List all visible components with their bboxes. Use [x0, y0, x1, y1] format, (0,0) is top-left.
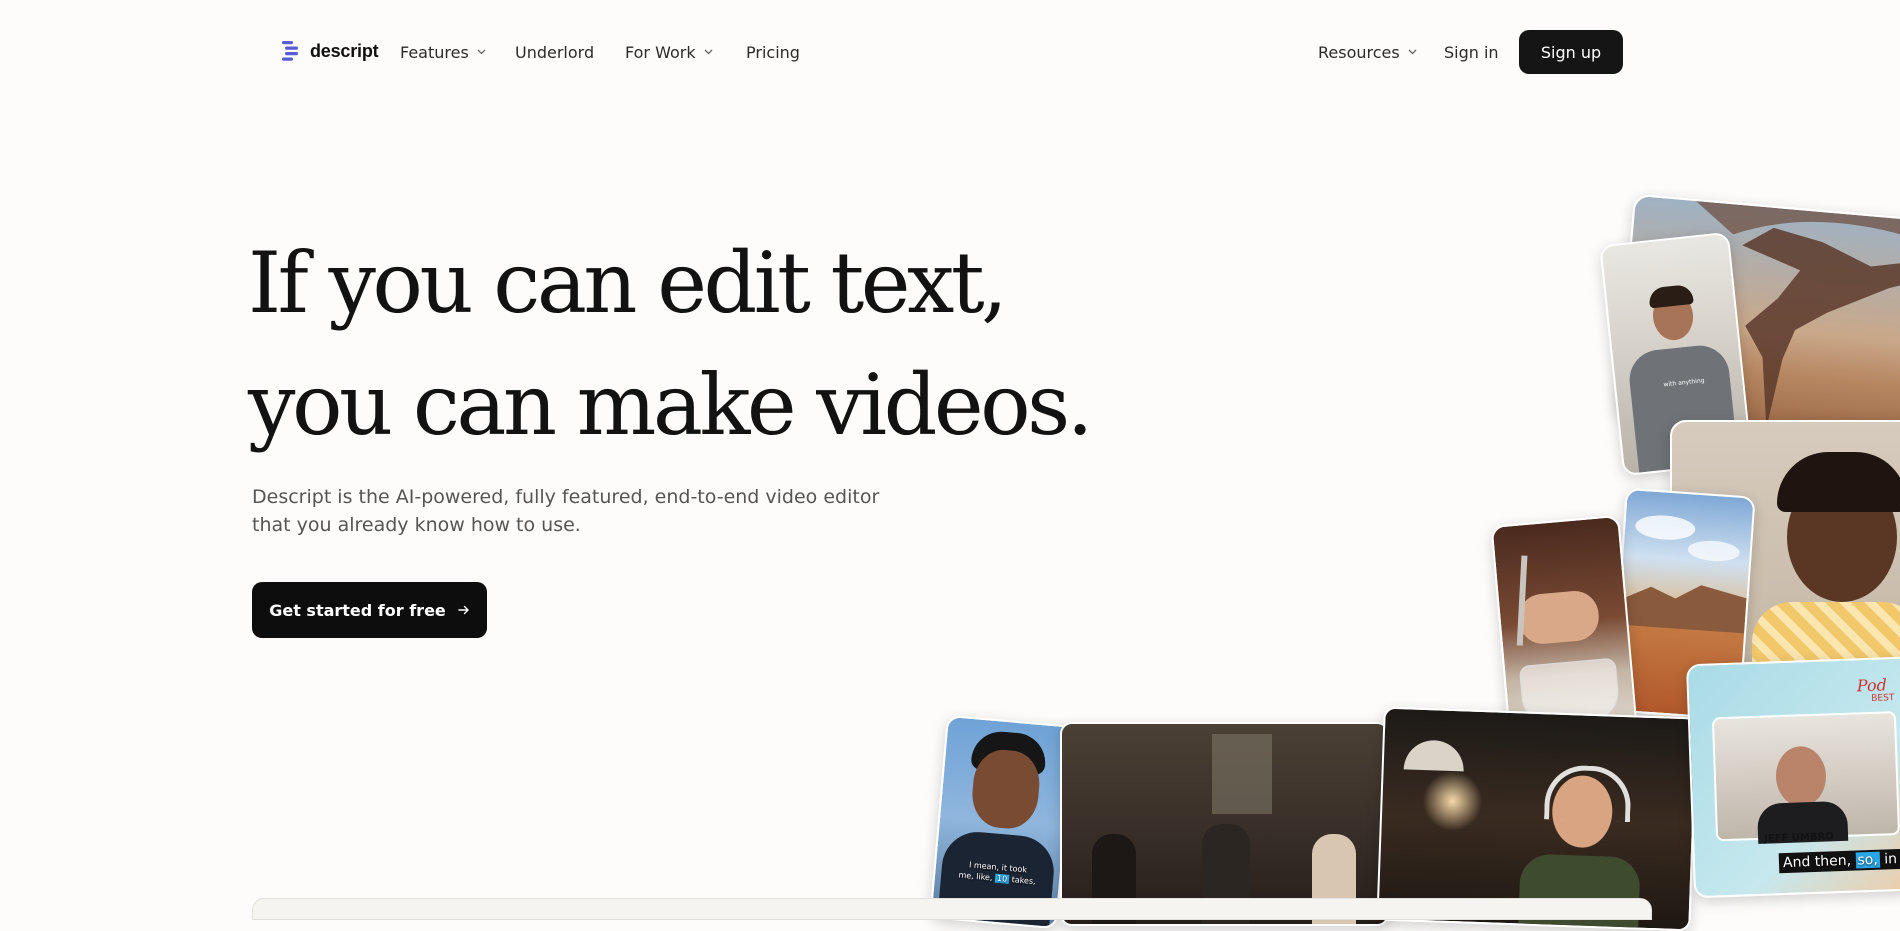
studio-window [1212, 734, 1272, 814]
hero-headline-line-1: If you can edit text, [248, 234, 1008, 332]
sign-in-link[interactable]: Sign in [1444, 40, 1499, 64]
hero-subtitle: Descript is the AI-powered, fully featur… [252, 483, 892, 539]
nav-for-work[interactable]: For Work [625, 40, 713, 64]
chevron-down-icon [477, 49, 486, 55]
lamp-glow [1421, 770, 1484, 833]
talk-show-caption-part-b: in th [1883, 850, 1900, 868]
show-brand: Pod [1856, 675, 1888, 696]
hero-headline-line-2: you can make videos. [248, 356, 1093, 454]
hero-subtitle-line-2: that you already know how to use. [252, 514, 581, 536]
guest-face [1774, 745, 1828, 808]
nav-resources[interactable]: Resources [1318, 40, 1417, 64]
video-thumbnail-talk-show: Pod BEST JEFF UMBRO And then, so, in th [1685, 655, 1900, 899]
descript-logo-icon [282, 41, 298, 61]
talk-show-caption-highlight: so, [1855, 851, 1881, 869]
chevron-down-icon [1408, 49, 1417, 55]
headphones [1543, 764, 1632, 823]
brand-name: descript [310, 40, 379, 61]
person-shirt [1752, 602, 1900, 662]
nav-underlord[interactable]: Underlord [515, 40, 594, 64]
nav-features-label: Features [400, 42, 469, 62]
product-preview-panel [252, 898, 1652, 920]
video-thumbnail-podcast-studio [1060, 722, 1389, 926]
person-face [969, 747, 1043, 831]
show-tag: BEST [1871, 693, 1895, 704]
nav-pricing[interactable]: Pricing [746, 40, 800, 64]
get-started-button[interactable]: Get started for free [252, 582, 487, 638]
hero-subtitle-line-1: Descript is the AI-powered, fully featur… [252, 486, 880, 508]
nav-resources-label: Resources [1318, 42, 1400, 62]
top-navigation: descript Features Underlord For Work Pri… [0, 0, 1900, 104]
person-braids [1777, 452, 1900, 512]
get-started-label: Get started for free [269, 600, 446, 620]
nav-for-work-label: For Work [625, 42, 696, 62]
hero-headline: If you can edit text, you can make video… [248, 222, 1093, 466]
student-caption-part-a: me, like, [958, 870, 993, 883]
talk-show-caption: And then, so, in th [1778, 848, 1900, 874]
student-caption-highlight: 10 [994, 873, 1010, 884]
chevron-down-icon [704, 49, 713, 55]
student-caption-part-b: takes, [1011, 875, 1037, 887]
nav-underlord-label: Underlord [515, 42, 595, 62]
descript-logo[interactable]: descript [282, 40, 379, 62]
talk-show-caption-part-a: And then, [1782, 852, 1852, 872]
guest-video-frame [1711, 711, 1900, 844]
desk-lamp [1403, 739, 1465, 772]
hand-holding-spoon [1516, 589, 1601, 646]
nav-pricing-label: Pricing [746, 42, 800, 62]
sign-up-button[interactable]: Sign up [1519, 30, 1623, 74]
guest-name: JEFF UMBRO [1763, 831, 1834, 845]
arrow-right-icon [458, 605, 469, 615]
sign-in-label: Sign in [1444, 42, 1499, 62]
nav-features[interactable]: Features [400, 40, 486, 64]
